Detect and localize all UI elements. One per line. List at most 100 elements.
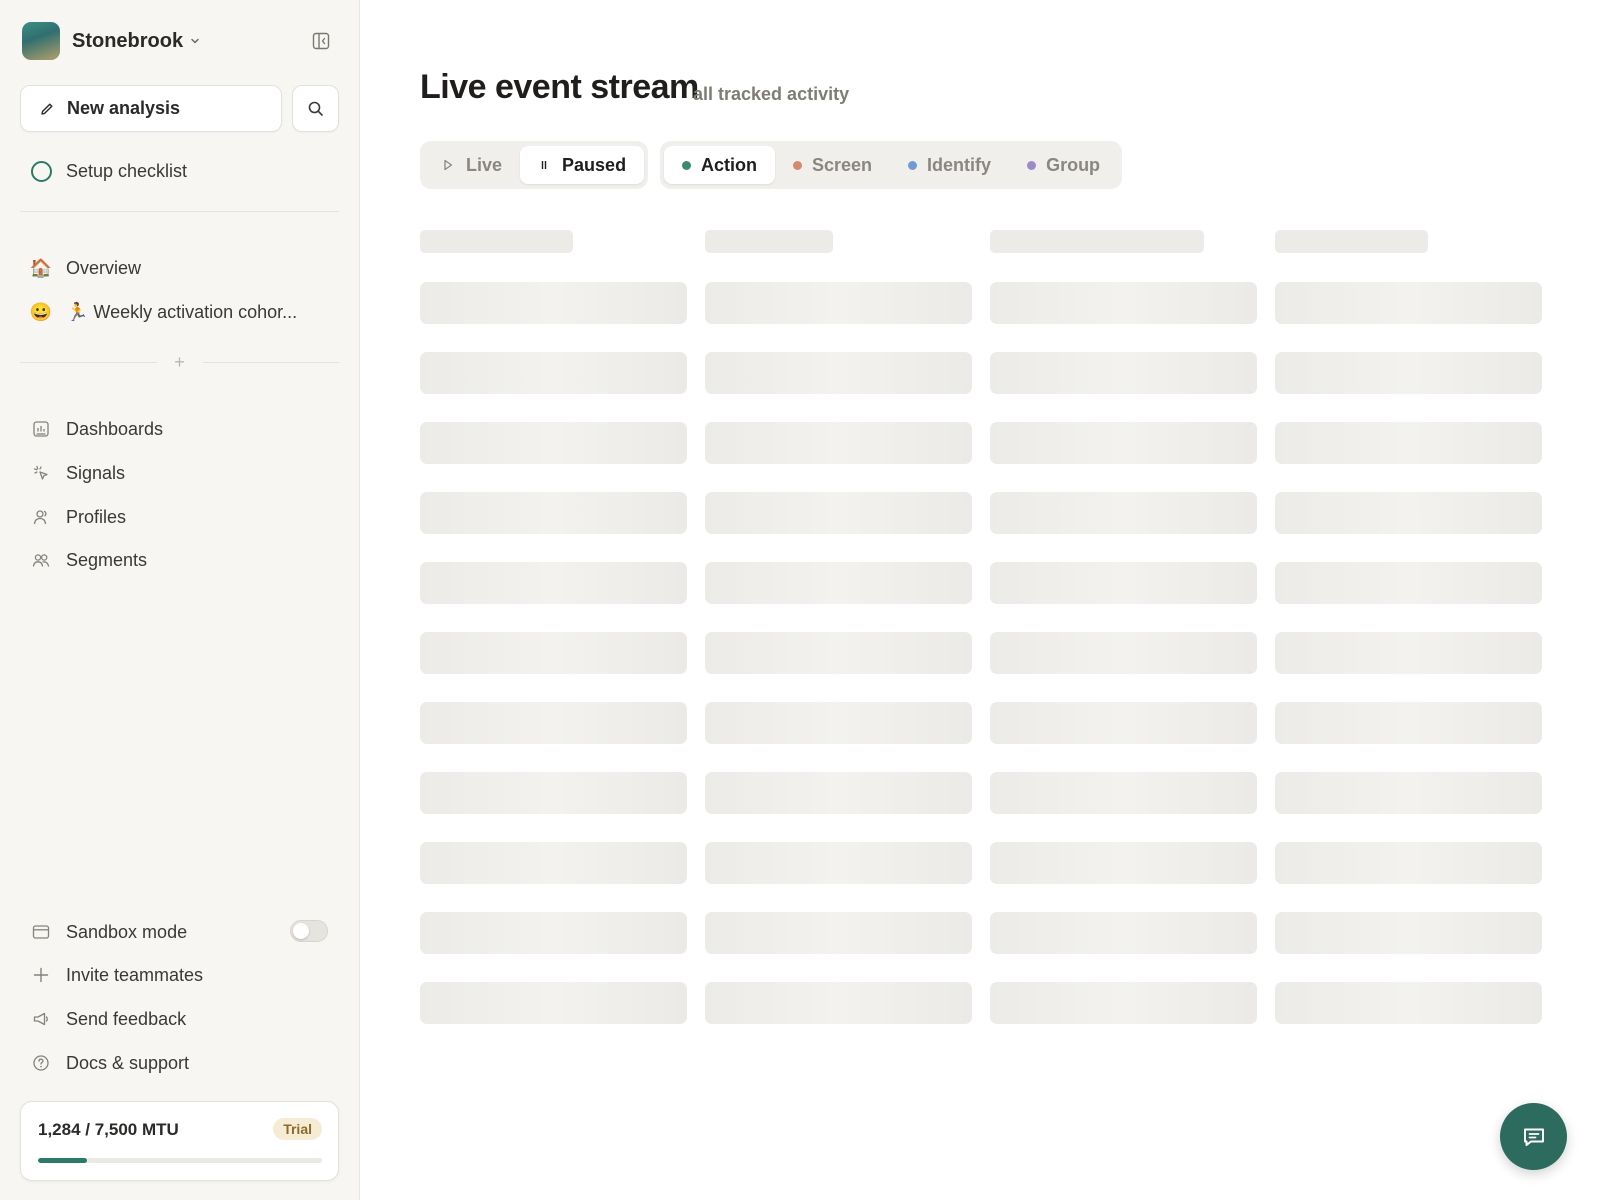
skeleton-cell	[420, 702, 687, 744]
house-icon: 🏠	[29, 257, 53, 278]
skeleton-cell	[705, 912, 972, 954]
sidebar-item-label: Segments	[66, 549, 148, 570]
plus-icon	[30, 964, 52, 986]
tab-label: Paused	[562, 154, 627, 175]
sidebar-item-docs[interactable]: Docs & support	[30, 1048, 189, 1078]
sidebar: Stonebrook New analysis Setup checklist …	[0, 0, 360, 1200]
segments-icon	[30, 549, 52, 571]
sandbox-toggle[interactable]	[290, 920, 328, 942]
skeleton-cell	[1275, 562, 1542, 604]
skeleton-cell	[1275, 352, 1542, 394]
skeleton-cell	[990, 422, 1257, 464]
usage-progress-bar	[38, 1158, 322, 1163]
chat-support-button[interactable]	[1500, 1103, 1567, 1170]
filter-group[interactable]: Group	[1009, 146, 1118, 184]
skeleton-cell	[705, 632, 972, 674]
usage-card[interactable]: 1,284 / 7,500 MTU Trial	[20, 1101, 339, 1181]
sidebar-item-label: Send feedback	[66, 1008, 187, 1029]
sidebar-item-segments[interactable]: Segments	[30, 545, 147, 575]
tab-paused[interactable]: Paused	[520, 146, 645, 184]
filter-label: Group	[1046, 154, 1101, 175]
new-analysis-button[interactable]: New analysis	[20, 85, 282, 132]
sidebar-item-label: Invite teammates	[66, 964, 204, 985]
progress-ring-icon	[30, 160, 52, 182]
sidebar-item-label: Profiles	[66, 506, 127, 527]
skeleton-header	[705, 230, 833, 253]
sidebar-item-label: Docs & support	[66, 1052, 190, 1073]
sidebar-toggle-icon	[312, 32, 330, 50]
skeleton-header	[990, 230, 1204, 253]
skeleton-cell	[705, 282, 972, 324]
skeleton-cell	[990, 282, 1257, 324]
play-icon	[442, 159, 454, 171]
plus-icon[interactable]: +	[157, 353, 203, 371]
tab-label: Live	[466, 154, 503, 175]
sidebar-item-dashboards[interactable]: Dashboards	[30, 414, 163, 444]
skeleton-cell	[705, 982, 972, 1024]
skeleton-cell	[420, 632, 687, 674]
page-subtitle: all tracked activity	[693, 84, 850, 104]
stream-mode-toggle: Live Paused	[420, 141, 649, 189]
skeleton-cell	[1275, 842, 1542, 884]
sidebar-item-signals[interactable]: Signals	[30, 458, 125, 488]
skeleton-cell	[990, 702, 1257, 744]
skeleton-cell	[990, 352, 1257, 394]
chevron-down-icon	[191, 38, 199, 44]
setup-checklist[interactable]: Setup checklist	[30, 156, 187, 186]
skeleton-cell	[420, 422, 687, 464]
plan-badge: Trial	[273, 1118, 322, 1140]
skeleton-cell	[705, 352, 972, 394]
skeleton-cell	[1275, 912, 1542, 954]
workspace-logo	[22, 22, 60, 60]
sandbox-icon	[30, 921, 52, 943]
skeleton-cell	[1275, 422, 1542, 464]
skeleton-cell	[420, 912, 687, 954]
filter-label: Action	[701, 154, 757, 175]
screen-dot	[793, 160, 802, 170]
filter-action[interactable]: Action	[664, 146, 775, 184]
skeleton-cell	[705, 772, 972, 814]
action-dot	[682, 160, 691, 170]
sidebar-item-invite[interactable]: Invite teammates	[30, 960, 203, 990]
skeleton-cell	[990, 492, 1257, 534]
skeleton-cell	[420, 562, 687, 604]
sidebar-item-profiles[interactable]: Profiles	[30, 502, 126, 532]
skeleton-cell	[420, 352, 687, 394]
chat-icon	[1523, 1128, 1544, 1146]
filter-label: Screen	[812, 154, 873, 175]
usage-progress-fill	[38, 1158, 87, 1163]
skeleton-cell	[705, 842, 972, 884]
signals-icon	[30, 462, 52, 484]
new-analysis-label: New analysis	[67, 98, 181, 118]
search-icon	[308, 101, 323, 116]
skeleton-cell	[705, 702, 972, 744]
skeleton-cell	[990, 842, 1257, 884]
app: Stonebrook New analysis Setup checklist …	[0, 0, 1600, 1200]
filter-screen[interactable]: Screen	[775, 146, 890, 184]
sidebar-item-overview[interactable]: 🏠 Overview	[30, 253, 141, 283]
workspace-switcher[interactable]: Stonebrook	[22, 22, 201, 60]
skeleton-cell	[705, 422, 972, 464]
workspace-name: Stonebrook	[72, 29, 184, 52]
skeleton-cell	[705, 562, 972, 604]
toggle-knob	[293, 923, 309, 939]
skeleton-cell	[420, 982, 687, 1024]
collapse-sidebar-button[interactable]	[310, 30, 332, 52]
sidebar-item-weekly-activation[interactable]: 😀 🏃 Weekly activation cohor...	[30, 297, 297, 327]
search-button[interactable]	[292, 85, 339, 132]
add-pinned-divider: +	[20, 352, 339, 372]
skeleton-cell	[420, 842, 687, 884]
usage-count: 1,284 / 7,500 MTU	[38, 1120, 179, 1139]
divider	[20, 211, 339, 212]
setup-checklist-label: Setup checklist	[66, 160, 188, 181]
pencil-icon	[41, 103, 53, 115]
skeleton-cell	[1275, 282, 1542, 324]
filter-identify[interactable]: Identify	[890, 146, 1009, 184]
skeleton-cell	[990, 772, 1257, 814]
skeleton-cell	[705, 492, 972, 534]
skeleton-cell	[990, 912, 1257, 954]
sidebar-item-feedback[interactable]: Send feedback	[30, 1004, 186, 1034]
sidebar-item-label: Sandbox mode	[66, 921, 188, 942]
tab-live[interactable]: Live	[424, 146, 520, 184]
group-dot	[1027, 160, 1037, 170]
